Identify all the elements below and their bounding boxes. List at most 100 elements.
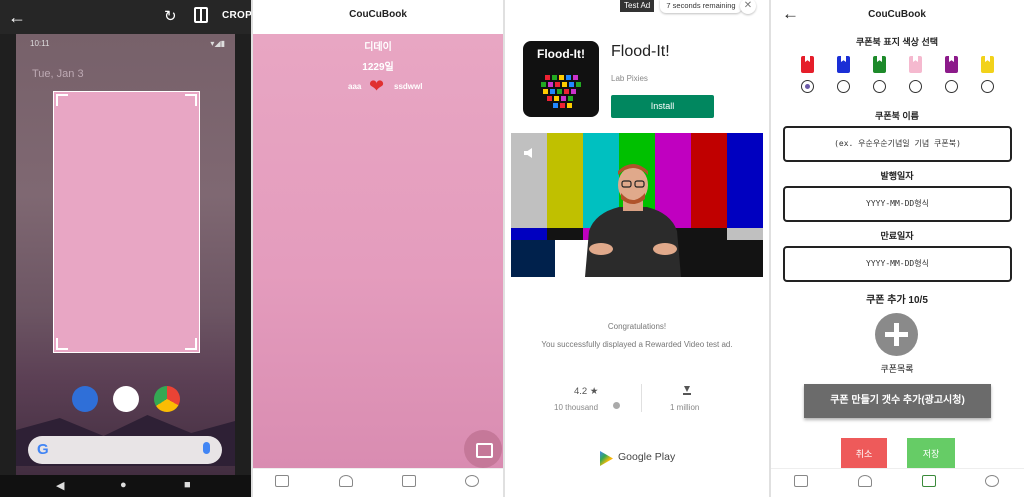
pixel — [552, 75, 557, 80]
pixel — [550, 89, 555, 94]
home-icon[interactable] — [794, 475, 808, 487]
book-color-swatch[interactable] — [873, 56, 886, 73]
color-radio[interactable] — [981, 80, 994, 93]
download-icon — [683, 386, 691, 395]
color-select-label: 쿠폰북 표지 색상 선택 — [855, 37, 939, 47]
book-color-swatch[interactable] — [945, 56, 958, 73]
close-icon[interactable]: ✕ — [740, 0, 756, 14]
pixel — [559, 75, 564, 80]
pixel — [566, 75, 571, 80]
pixel — [573, 75, 578, 80]
ad-app-icon[interactable]: Flood-It! — [523, 41, 599, 117]
book-color-swatch[interactable] — [801, 56, 814, 73]
pixel — [567, 103, 572, 108]
gift-icon[interactable] — [339, 475, 353, 487]
pixel — [571, 89, 576, 94]
flip-icon[interactable] — [194, 7, 208, 23]
ad-reviews: 10 thousand — [554, 403, 599, 412]
nav-recents-icon[interactable]: ■ — [184, 479, 191, 491]
google-play-label: Google Play — [618, 451, 676, 463]
ad-rating: 4.2 ★ — [574, 386, 599, 397]
expire-date-input[interactable]: YYYY-MM-DD형식 — [783, 246, 1012, 282]
book-color-swatch[interactable] — [981, 56, 994, 73]
app-title: CouCuBook — [349, 9, 407, 20]
install-button[interactable]: Install — [611, 95, 714, 118]
pixel — [562, 82, 567, 87]
gift-icon[interactable] — [858, 475, 872, 487]
crop-screen: ← ↻ CROP 10:11 ▾◢▮ Tue, Jan 3 G ◀ ● ■ — [0, 0, 252, 497]
dday-value: 1229일 — [362, 62, 394, 73]
pixel — [560, 103, 565, 108]
pixel — [564, 89, 569, 94]
presenter-figure — [585, 164, 681, 277]
color-bar — [511, 133, 547, 228]
system-nav-bar: ◀ ● ■ — [0, 475, 252, 497]
crop-button[interactable]: CROP — [222, 10, 252, 21]
cancel-button[interactable]: 취소 — [841, 438, 887, 470]
pixel — [557, 89, 562, 94]
dday-label: 디데이 — [364, 42, 392, 53]
ad-app-name: Flood-It! — [611, 43, 670, 60]
app-header: CouCuBook — [252, 0, 504, 34]
coupon-list-label: 쿠폰목록 — [880, 364, 914, 374]
book-name-input[interactable]: (ex. 우순우순기념일 기념 쿠폰북) — [783, 126, 1012, 162]
add-coupon-icon[interactable] — [922, 475, 936, 487]
pixel — [568, 96, 573, 101]
nav-home-icon[interactable]: ● — [120, 479, 127, 491]
test-ad-badge: Test Ad — [620, 0, 655, 12]
crop-handle-bottom-right[interactable] — [185, 338, 197, 350]
color-bar — [691, 133, 727, 228]
watch-ad-button[interactable]: 쿠폰 만들기 갯수 추가(광고시청) — [804, 384, 991, 418]
ad-icon-text: Flood-It! — [537, 47, 585, 61]
pixel — [545, 75, 550, 80]
play-store-icon — [113, 386, 139, 412]
color-radio[interactable] — [909, 80, 922, 93]
coupon-form-screen: ← CouCuBook 쿠폰북 표지 색상 선택 쿠폰북 이름 (ex. 우순우… — [770, 0, 1024, 497]
color-radio[interactable] — [837, 80, 850, 93]
back-arrow-icon[interactable]: ← — [8, 7, 26, 28]
status-time: 10:11 — [30, 39, 50, 48]
color-radio[interactable] — [801, 80, 814, 93]
left-name: aaa — [348, 82, 362, 91]
mic-icon — [203, 442, 210, 454]
pixel — [547, 96, 552, 101]
stat-divider — [641, 384, 642, 412]
nav-back-icon[interactable]: ◀ — [56, 479, 64, 492]
color-bar — [727, 228, 763, 240]
home-icon[interactable] — [275, 475, 289, 487]
expire-date-label: 만료일자 — [880, 231, 914, 241]
color-radio[interactable] — [873, 80, 886, 93]
add-coupon-button[interactable] — [875, 313, 918, 356]
crop-frame[interactable] — [53, 91, 200, 353]
couple-background: 디데이 1229일 aaa ❤ ssdwwl — [252, 34, 504, 468]
ad-video[interactable] — [511, 133, 763, 277]
crop-handle-bottom-left[interactable] — [56, 338, 68, 350]
book-color-swatch[interactable] — [837, 56, 850, 73]
rotate-icon[interactable]: ↻ — [164, 7, 177, 25]
color-bar — [727, 133, 763, 228]
color-radio[interactable] — [945, 80, 958, 93]
issue-date-input[interactable]: YYYY-MM-DD형식 — [783, 186, 1012, 222]
save-button[interactable]: 저장 — [907, 438, 955, 470]
crop-handle-top-right[interactable] — [185, 94, 197, 106]
wallpaper-preview: 10:11 ▾◢▮ Tue, Jan 3 G — [16, 34, 235, 497]
person-icon — [613, 402, 620, 409]
add-coupon-icon[interactable] — [402, 475, 416, 487]
settings-icon[interactable] — [465, 475, 479, 487]
image-picker-button[interactable] — [464, 430, 502, 468]
panel-divider — [251, 0, 253, 497]
couple-screen: CouCuBook 디데이 1229일 aaa ❤ ssdwwl — [252, 0, 504, 497]
color-bar — [511, 228, 547, 240]
bottom-nav — [252, 468, 504, 497]
panel-divider — [769, 0, 771, 497]
settings-icon[interactable] — [985, 475, 999, 487]
google-play-icon — [600, 451, 613, 466]
color-bar — [511, 240, 555, 277]
book-color-swatch[interactable] — [909, 56, 922, 73]
chrome-icon — [154, 386, 180, 412]
pixel — [553, 103, 558, 108]
crop-handle-top-left[interactable] — [56, 94, 68, 106]
pixel — [554, 96, 559, 101]
coupon-count: 쿠폰 추가 10/5 — [866, 295, 928, 306]
ad-timer: 7 seconds remaining — [660, 0, 742, 13]
